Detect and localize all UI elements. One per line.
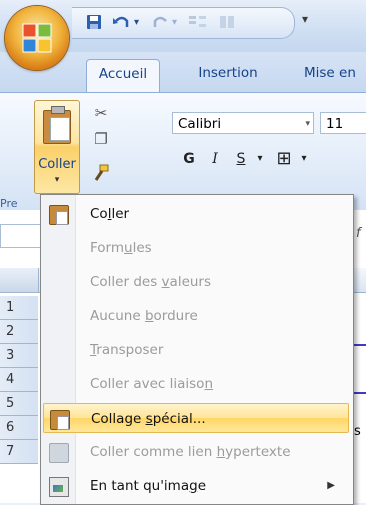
- font-size-value: 11: [326, 116, 344, 132]
- row-header-2[interactable]: 2: [0, 320, 38, 344]
- menu-item-label: Co: [90, 206, 108, 222]
- italic-button[interactable]: I: [204, 148, 226, 170]
- undo-dropdown-icon[interactable]: ▾: [134, 14, 139, 32]
- sort-ascending-icon: [188, 14, 208, 32]
- save-icon[interactable]: [86, 14, 102, 32]
- row-header-7[interactable]: 7: [0, 440, 38, 464]
- menu-item-label: pécial...: [152, 411, 206, 427]
- redo-icon: [152, 14, 170, 32]
- menu-item-label: Collage: [91, 411, 146, 427]
- menu-item-label: Coller des: [90, 274, 162, 290]
- picture-icon: [49, 477, 69, 497]
- menu-item-en-tant-qu-image[interactable]: En tant qu'image ▶: [43, 471, 349, 501]
- menu-item-transposer: Transposer: [43, 335, 349, 365]
- paste-button[interactable]: Coller ▾: [34, 100, 80, 194]
- clipboard-group-label: Pre: [0, 197, 18, 210]
- menu-item-label: ypertexte: [225, 444, 291, 460]
- bold-button[interactable]: G: [178, 148, 200, 170]
- font-name-dropdown-icon[interactable]: ▾: [305, 113, 310, 135]
- tab-mise-en-page[interactable]: Mise en: [304, 59, 366, 92]
- cell-border-line: [352, 392, 366, 394]
- menu-item-label: ordure: [153, 308, 198, 324]
- menu-item-label: Aucune: [90, 308, 145, 324]
- borders-button[interactable]: ⊞: [272, 148, 296, 170]
- menu-item-label: les: [132, 240, 152, 256]
- paste-dropdown-icon[interactable]: ▾: [35, 175, 79, 185]
- menu-item-accelerator: s: [145, 411, 153, 427]
- cell-border-line: [352, 344, 366, 346]
- customize-toolbar-icon[interactable]: ▾: [302, 12, 308, 26]
- menu-item-coller-lien-hypertexte: Coller comme lien hypertexte: [43, 437, 349, 467]
- tab-accueil[interactable]: Accueil: [86, 59, 160, 93]
- row-header-5[interactable]: 5: [0, 392, 38, 416]
- clipboard-group: Coller ▾ ✂ ❐: [34, 100, 128, 198]
- menu-item-collage-special[interactable]: Collage spécial...: [43, 403, 349, 433]
- underline-dropdown-icon[interactable]: ▾: [254, 148, 266, 170]
- menu-item-label: Coller comme lien: [90, 444, 217, 460]
- submenu-arrow-icon: ▶: [327, 480, 335, 491]
- row-header-6[interactable]: 6: [0, 416, 38, 440]
- borders-dropdown-icon[interactable]: ▾: [298, 148, 310, 170]
- menu-item-label: ransposer: [96, 342, 164, 358]
- menu-item-aucune-bordure: Aucune bordure: [43, 301, 349, 331]
- font-name-box[interactable]: Calibri ▾: [172, 112, 314, 134]
- hyperlink-icon: [49, 443, 69, 463]
- menu-item-accelerator: u: [124, 240, 133, 256]
- paste-special-icon: [50, 410, 70, 430]
- formula-fx-icon: f: [356, 226, 361, 241]
- paste-dropdown-menu: Coller Formules Coller des valeurs Aucun…: [40, 194, 354, 505]
- cut-icon[interactable]: ✂: [92, 104, 110, 122]
- menu-item-accelerator: b: [144, 308, 154, 324]
- sort-descending-icon: [218, 14, 238, 32]
- office-button[interactable]: [5, 6, 69, 70]
- menu-item-coller-valeurs: Coller des valeurs: [43, 267, 349, 297]
- tab-insertion[interactable]: Insertion: [188, 59, 268, 92]
- select-all-corner[interactable]: [0, 268, 39, 292]
- row-header-3[interactable]: 3: [0, 344, 38, 368]
- cell-partial-text: s: [354, 424, 361, 439]
- clipboard-icon: [43, 106, 71, 144]
- paste-label: Coller: [38, 157, 76, 172]
- redo-dropdown-icon: ▾: [172, 17, 178, 28]
- menu-item-accelerator: g: [189, 478, 198, 494]
- menu-item-accelerator: h: [216, 444, 226, 460]
- row-header-1[interactable]: 1: [0, 296, 38, 320]
- menu-item-accelerator: v: [161, 274, 170, 290]
- font-size-box[interactable]: 11: [320, 112, 366, 134]
- menu-item-label: ler: [111, 206, 130, 222]
- font-name-value: Calibri: [178, 116, 222, 132]
- format-painter-icon[interactable]: [92, 164, 110, 182]
- row-header-4[interactable]: 4: [0, 368, 38, 392]
- office-logo-icon: [22, 23, 52, 53]
- menu-item-label: Coller avec liaiso: [90, 376, 205, 392]
- menu-item-accelerator: n: [204, 376, 213, 392]
- menu-item-formules: Formules: [43, 233, 349, 263]
- menu-item-label: Form: [90, 240, 125, 256]
- paste-icon: [49, 205, 69, 225]
- copy-icon[interactable]: ❐: [92, 130, 110, 148]
- undo-icon[interactable]: [112, 14, 130, 32]
- menu-item-coller[interactable]: Coller: [43, 199, 349, 229]
- quick-access-toolbar: ▾ ▾: [72, 7, 295, 39]
- menu-item-label: e: [197, 478, 206, 494]
- underline-button[interactable]: S: [230, 148, 252, 170]
- name-box[interactable]: [0, 224, 42, 248]
- menu-item-label: aleurs: [169, 274, 212, 290]
- menu-item-label: En tant qu'ima: [90, 478, 190, 494]
- menu-item-coller-avec-liaison: Coller avec liaison: [43, 369, 349, 399]
